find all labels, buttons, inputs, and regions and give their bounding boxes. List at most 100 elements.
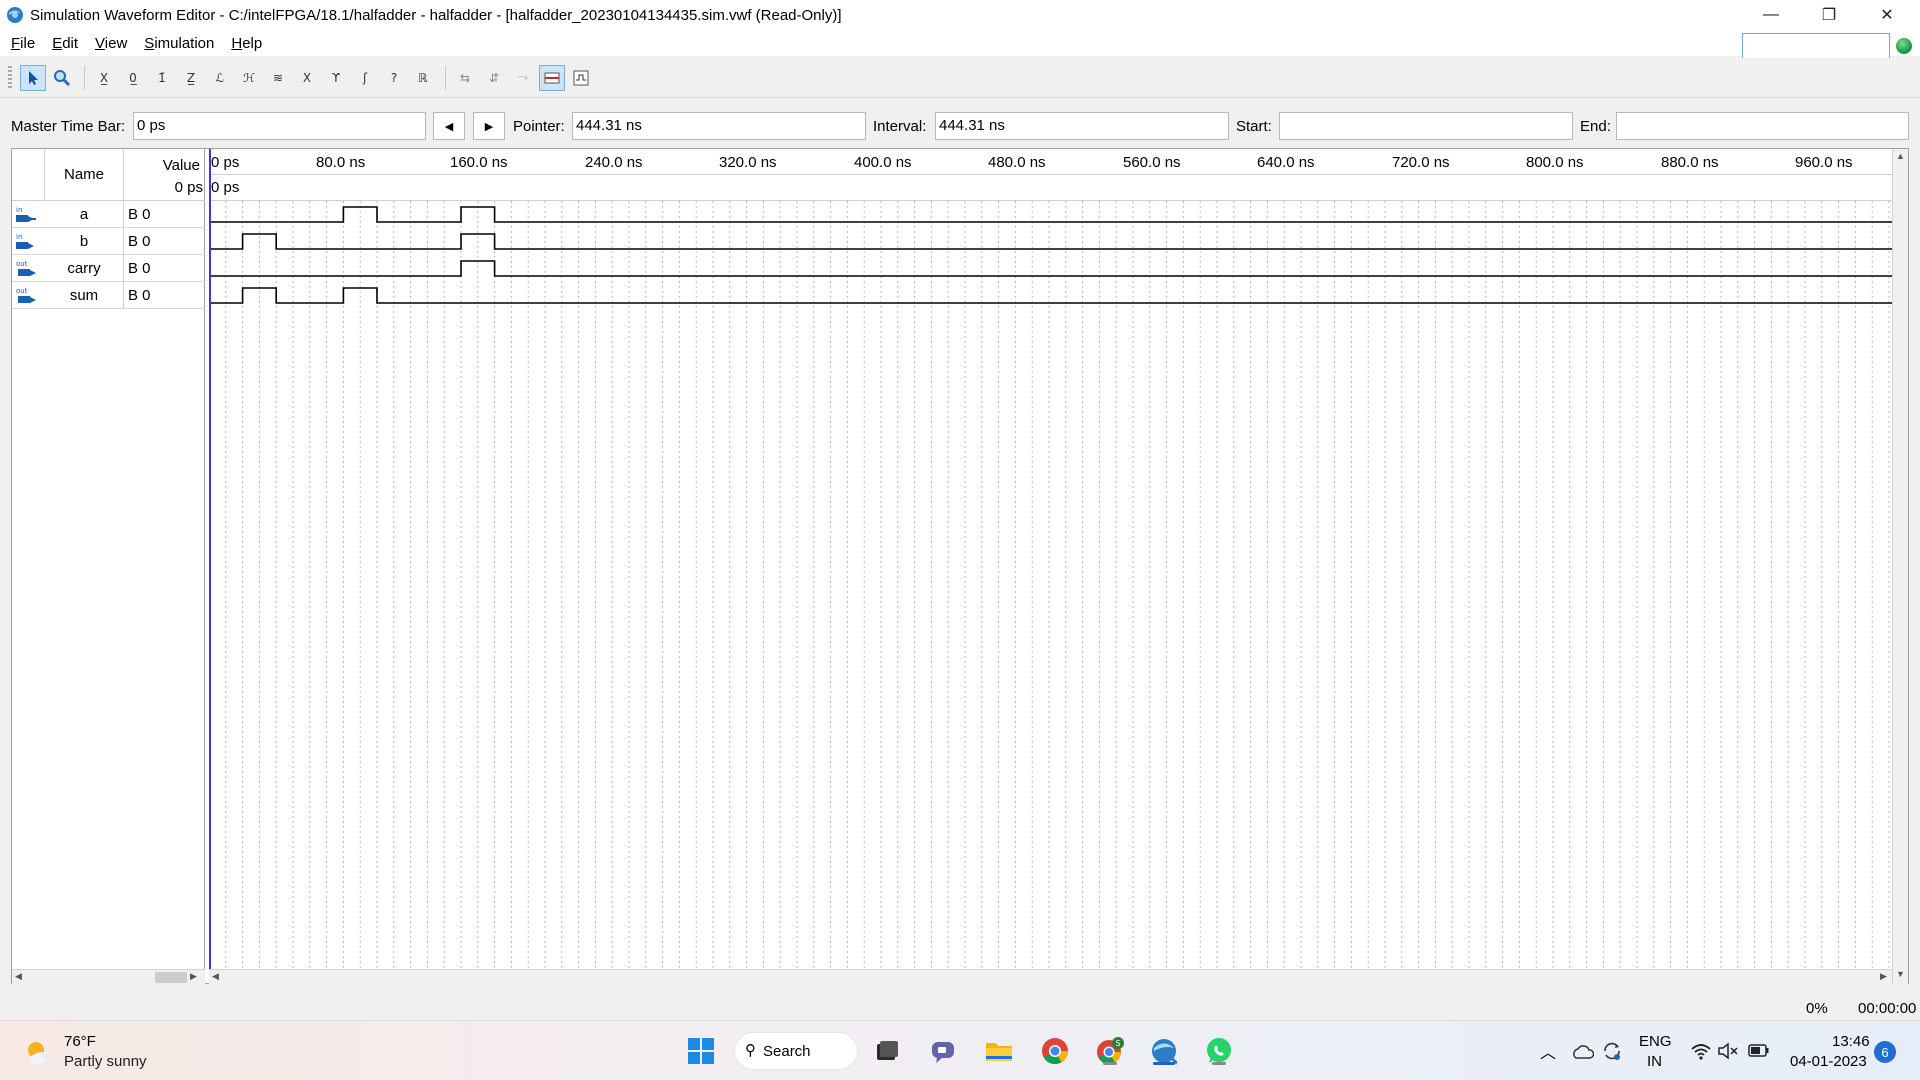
weather-desc[interactable]: Partly sunny bbox=[64, 1053, 147, 1070]
waveform-a[interactable] bbox=[209, 206, 1893, 223]
show-hidden-icons-button[interactable]: ︿ bbox=[1540, 1039, 1556, 1063]
group-icon: ⤳ bbox=[518, 70, 528, 84]
waveform-grid[interactable] bbox=[209, 201, 1893, 969]
waveform-area[interactable]: 0 ps 80.0 ns 160.0 ns 240.0 ns 320.0 ns … bbox=[209, 149, 1893, 969]
master-time-bar-line[interactable] bbox=[209, 149, 211, 969]
pointer-field[interactable]: 444.31 ns bbox=[572, 112, 866, 140]
onedrive-icon[interactable] bbox=[1570, 1042, 1594, 1060]
time-ruler[interactable]: 0 ps 80.0 ns 160.0 ns 240.0 ns 320.0 ns … bbox=[209, 149, 1893, 175]
battery-icon[interactable] bbox=[1748, 1043, 1770, 1059]
waveform-sum[interactable] bbox=[209, 287, 1893, 304]
name-column-header[interactable]: Name bbox=[45, 149, 124, 201]
forcing-low-icon: 0̲ bbox=[129, 70, 137, 85]
task-view-icon bbox=[877, 1041, 898, 1060]
sync-icon[interactable] bbox=[1600, 1039, 1624, 1063]
scroll-left-icon[interactable]: ◀ bbox=[212, 971, 219, 982]
value-column-header[interactable]: Value 0 ps bbox=[124, 149, 205, 201]
restore-button[interactable]: ❐ bbox=[1800, 0, 1858, 30]
master-time-marker-row: 0 ps bbox=[209, 175, 1893, 201]
invert-button[interactable]: Ⅹ bbox=[294, 65, 320, 91]
menu-edit[interactable]: Edit bbox=[46, 35, 84, 52]
waveform-carry[interactable] bbox=[209, 260, 1893, 277]
random-value-button[interactable]: ℝ bbox=[410, 65, 436, 91]
clock-date[interactable]: 04-01-2023 bbox=[1790, 1053, 1867, 1070]
wifi-icon[interactable] bbox=[1690, 1041, 1712, 1061]
arbitrary-value-button[interactable]: ? bbox=[381, 65, 407, 91]
toolbar-separator bbox=[84, 65, 85, 90]
notification-badge[interactable]: 6 bbox=[1874, 1041, 1896, 1063]
signal-row-a[interactable]: in a B 0 bbox=[12, 201, 205, 228]
end-field[interactable] bbox=[1616, 112, 1909, 140]
signal-value: B 0 bbox=[128, 260, 151, 277]
selection-tool-button[interactable] bbox=[20, 64, 46, 91]
time-tick: 320.0 ns bbox=[719, 154, 777, 171]
globe-icon[interactable] bbox=[1896, 38, 1912, 54]
scroll-down-icon[interactable]: ▼ bbox=[1896, 969, 1905, 979]
signal-list-hscrollbar[interactable]: ◀ ▶ bbox=[12, 969, 205, 984]
forcing-low-button[interactable]: 0̲ bbox=[120, 65, 146, 91]
high-impedance-button[interactable]: Z̲ bbox=[178, 65, 204, 91]
quick-search-input[interactable] bbox=[1742, 33, 1890, 59]
toolbar-grip[interactable] bbox=[8, 65, 12, 90]
partly-sunny-icon[interactable] bbox=[24, 1038, 54, 1068]
menu-file[interactable]: File bbox=[5, 35, 41, 52]
weak-high-button[interactable]: ℋ bbox=[236, 65, 262, 91]
waveform-view-button[interactable] bbox=[568, 65, 594, 91]
next-transition-button[interactable]: ▶ bbox=[473, 112, 505, 140]
menu-help[interactable]: Help bbox=[225, 35, 268, 52]
zoom-tool-button[interactable] bbox=[49, 65, 75, 91]
weak-low-icon: ℒ bbox=[215, 70, 225, 85]
svg-text:in: in bbox=[16, 233, 22, 241]
waveform-hscrollbar[interactable]: ◀ ▶ bbox=[209, 969, 1893, 984]
scroll-right-icon[interactable]: ▶ bbox=[1880, 971, 1887, 982]
sort-icon: ⇵ bbox=[488, 70, 500, 85]
task-view-button[interactable] bbox=[869, 1033, 905, 1069]
waveform-view-icon bbox=[573, 70, 589, 85]
master-time-bar-field[interactable]: 0 ps bbox=[133, 112, 426, 140]
menu-view[interactable]: View bbox=[89, 35, 133, 52]
previous-transition-button[interactable]: ◀ bbox=[433, 112, 465, 140]
overwrite-button[interactable] bbox=[539, 64, 565, 91]
interval-field[interactable]: 444.31 ns bbox=[935, 112, 1229, 140]
whatsapp-button[interactable] bbox=[1201, 1033, 1237, 1069]
dont-care-button[interactable]: ≋ bbox=[265, 65, 291, 91]
menu-simulation[interactable]: Simulation bbox=[138, 35, 220, 52]
start-button[interactable] bbox=[683, 1033, 719, 1069]
clock-button[interactable]: ʃ bbox=[352, 65, 378, 91]
chrome-button[interactable] bbox=[1037, 1033, 1073, 1069]
count-value-button[interactable]: ϒ bbox=[323, 65, 349, 91]
waveform-b[interactable] bbox=[209, 233, 1893, 250]
forcing-high-button[interactable]: 1̄ bbox=[149, 65, 175, 91]
weather-temp[interactable]: 76°F bbox=[64, 1033, 96, 1050]
close-button[interactable]: ✕ bbox=[1858, 0, 1916, 30]
teams-chat-button[interactable] bbox=[925, 1033, 961, 1069]
minimize-button[interactable]: — bbox=[1742, 0, 1800, 30]
scroll-right-icon[interactable]: ▶ bbox=[190, 971, 197, 982]
signal-name: a bbox=[45, 201, 124, 228]
grid-icon bbox=[544, 72, 560, 83]
signal-row-sum[interactable]: out sum B 0 bbox=[12, 282, 205, 309]
snap-to-grid-button[interactable]: ⇆ bbox=[452, 65, 478, 91]
weak-low-button[interactable]: ℒ bbox=[207, 65, 233, 91]
signal-row-carry[interactable]: out carry B 0 bbox=[12, 255, 205, 282]
invert-icon: Ⅹ bbox=[302, 70, 312, 85]
time-bar-row: Master Time Bar: 0 ps ◀ ▶ Pointer: 444.3… bbox=[0, 108, 1920, 144]
quartus-button[interactable] bbox=[1146, 1033, 1182, 1069]
unknown-value-button[interactable]: X̲ bbox=[91, 65, 117, 91]
scroll-left-icon[interactable]: ◀ bbox=[15, 971, 22, 982]
taskbar-search-button[interactable]: ⚲ Search bbox=[734, 1032, 858, 1070]
scroll-thumb[interactable] bbox=[155, 972, 187, 983]
language-indicator[interactable]: ENG bbox=[1639, 1033, 1672, 1050]
sort-button[interactable]: ⇵ bbox=[481, 65, 507, 91]
chrome-profile-button[interactable]: S bbox=[1092, 1033, 1128, 1069]
volume-muted-icon[interactable] bbox=[1717, 1041, 1739, 1061]
clock-time[interactable]: 13:46 bbox=[1832, 1033, 1870, 1050]
group-button[interactable]: ⤳ bbox=[510, 65, 536, 91]
waveform-vscrollbar[interactable]: ▲ ▼ bbox=[1892, 149, 1908, 984]
output-pin-icon: out bbox=[16, 260, 36, 276]
scroll-up-icon[interactable]: ▲ bbox=[1896, 151, 1905, 161]
language-region[interactable]: IN bbox=[1647, 1053, 1662, 1070]
file-explorer-button[interactable] bbox=[981, 1033, 1017, 1069]
signal-row-b[interactable]: in b B 0 bbox=[12, 228, 205, 255]
start-field[interactable] bbox=[1279, 112, 1573, 140]
